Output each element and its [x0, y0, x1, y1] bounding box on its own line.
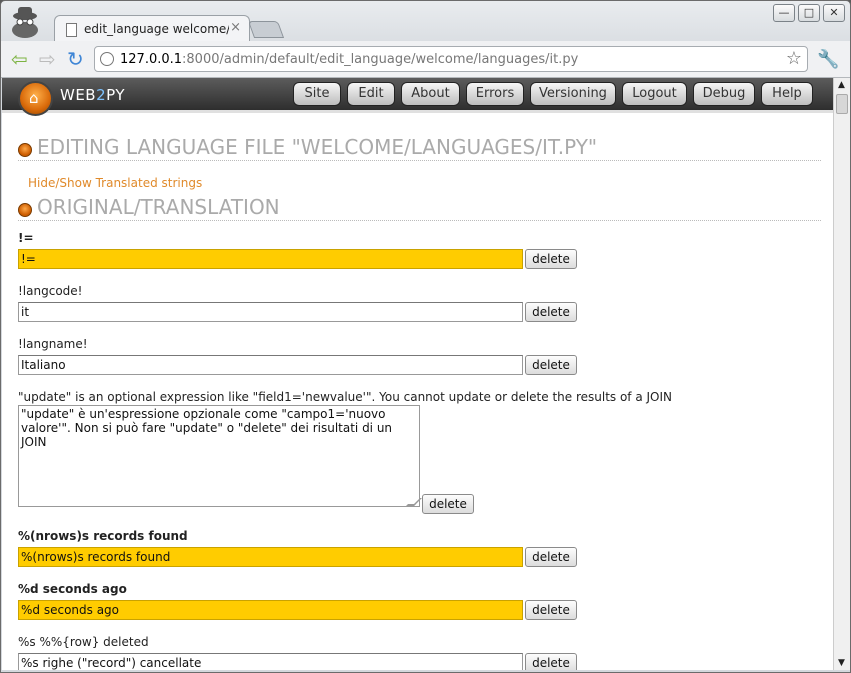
original-string-label: !langname! — [18, 337, 88, 351]
delete-button[interactable]: delete — [422, 494, 474, 514]
tab-title: edit_language welcome/lan — [84, 22, 229, 36]
translation-input[interactable]: it — [18, 302, 523, 322]
delete-button[interactable]: delete — [525, 600, 577, 620]
home-button[interactable]: ⌂ — [18, 81, 53, 116]
menu-help-button[interactable]: Help — [761, 82, 813, 106]
translation-input[interactable]: != — [18, 249, 523, 269]
page-title: EDITING LANGUAGE FILE "WELCOME/LANGUAGES… — [18, 135, 821, 161]
wrench-icon[interactable]: 🔧 — [817, 49, 839, 70]
delete-button[interactable]: delete — [525, 302, 577, 322]
bullet-icon — [18, 143, 32, 157]
original-string-label: %d seconds ago — [18, 582, 127, 596]
toggle-translated-link[interactable]: Hide/Show Translated strings — [28, 176, 202, 190]
translation-input[interactable]: %(nrows)s records found — [18, 547, 523, 567]
menu-about-button[interactable]: About — [401, 82, 460, 106]
scrollbar-thumb[interactable] — [836, 94, 848, 114]
original-string-label: %s %%{row} deleted — [18, 635, 149, 649]
delete-button[interactable]: delete — [525, 355, 577, 375]
browser-window: edit_language welcome/lan × — □ ✕ ⇦ ⇨ ↻ … — [0, 0, 851, 673]
menu-versioning-button[interactable]: Versioning — [530, 82, 616, 106]
scroll-down-arrow-icon[interactable]: ▼ — [838, 658, 845, 668]
translation-input[interactable]: Italiano — [18, 355, 523, 375]
address-bar[interactable]: 127.0.0.1:8000/admin/default/edit_langua… — [94, 46, 808, 72]
original-string-label: "update" is an optional expression like … — [18, 390, 673, 404]
delete-button[interactable]: delete — [525, 249, 577, 269]
original-string-label: !langcode! — [18, 284, 83, 298]
close-window-button[interactable]: ✕ — [823, 4, 845, 22]
web2py-logo: WEB2PY — [60, 86, 126, 104]
menu-edit-button[interactable]: Edit — [347, 82, 395, 106]
menu-errors-button[interactable]: Errors — [466, 82, 524, 106]
back-arrow-icon[interactable]: ⇦ — [11, 49, 28, 69]
url-text: 127.0.0.1:8000/admin/default/edit_langua… — [120, 52, 578, 67]
new-tab-button[interactable] — [247, 21, 285, 38]
original-string-label: != — [18, 231, 34, 245]
section-title: ORIGINAL/TRANSLATION — [18, 195, 821, 221]
translation-input[interactable]: %s righe ("record") cancellate — [18, 653, 523, 670]
minimize-button[interactable]: — — [773, 4, 795, 22]
delete-button[interactable]: delete — [525, 653, 577, 670]
menu-site-button[interactable]: Site — [293, 82, 341, 106]
url-path: :8000/admin/default/edit_language/welcom… — [182, 52, 579, 67]
globe-icon — [100, 52, 114, 66]
incognito-icon — [5, 3, 45, 39]
bookmark-star-icon[interactable]: ☆ — [786, 48, 802, 69]
bullet-icon — [18, 203, 32, 217]
vertical-scrollbar[interactable]: ▲ ▼ — [833, 78, 850, 670]
forward-arrow-icon[interactable]: ⇨ — [39, 49, 56, 69]
web2py-header: ⌂ WEB2PY Site Edit About Errors Versioni… — [2, 78, 833, 116]
tab-active[interactable]: edit_language welcome/lan × — [54, 15, 250, 42]
delete-button[interactable]: delete — [525, 547, 577, 567]
page-favicon-icon — [66, 23, 77, 37]
translation-input[interactable]: %d seconds ago — [18, 600, 523, 620]
menu-debug-button[interactable]: Debug — [693, 82, 755, 106]
tab-close-icon[interactable]: × — [230, 20, 241, 35]
browser-toolbar: ⇦ ⇨ ↻ 127.0.0.1:8000/admin/default/edit_… — [1, 41, 850, 78]
home-icon: ⌂ — [29, 89, 39, 107]
url-host: 127.0.0.1 — [120, 52, 183, 67]
translation-textarea[interactable]: "update" è un'espressione opzionale come… — [18, 405, 420, 507]
scroll-up-arrow-icon[interactable]: ▲ — [838, 80, 845, 90]
maximize-button[interactable]: □ — [798, 4, 820, 22]
original-string-label: %(nrows)s records found — [18, 529, 188, 543]
menu-logout-button[interactable]: Logout — [622, 82, 687, 106]
reload-icon[interactable]: ↻ — [67, 49, 84, 69]
page-viewport: ⌂ WEB2PY Site Edit About Errors Versioni… — [2, 78, 833, 670]
